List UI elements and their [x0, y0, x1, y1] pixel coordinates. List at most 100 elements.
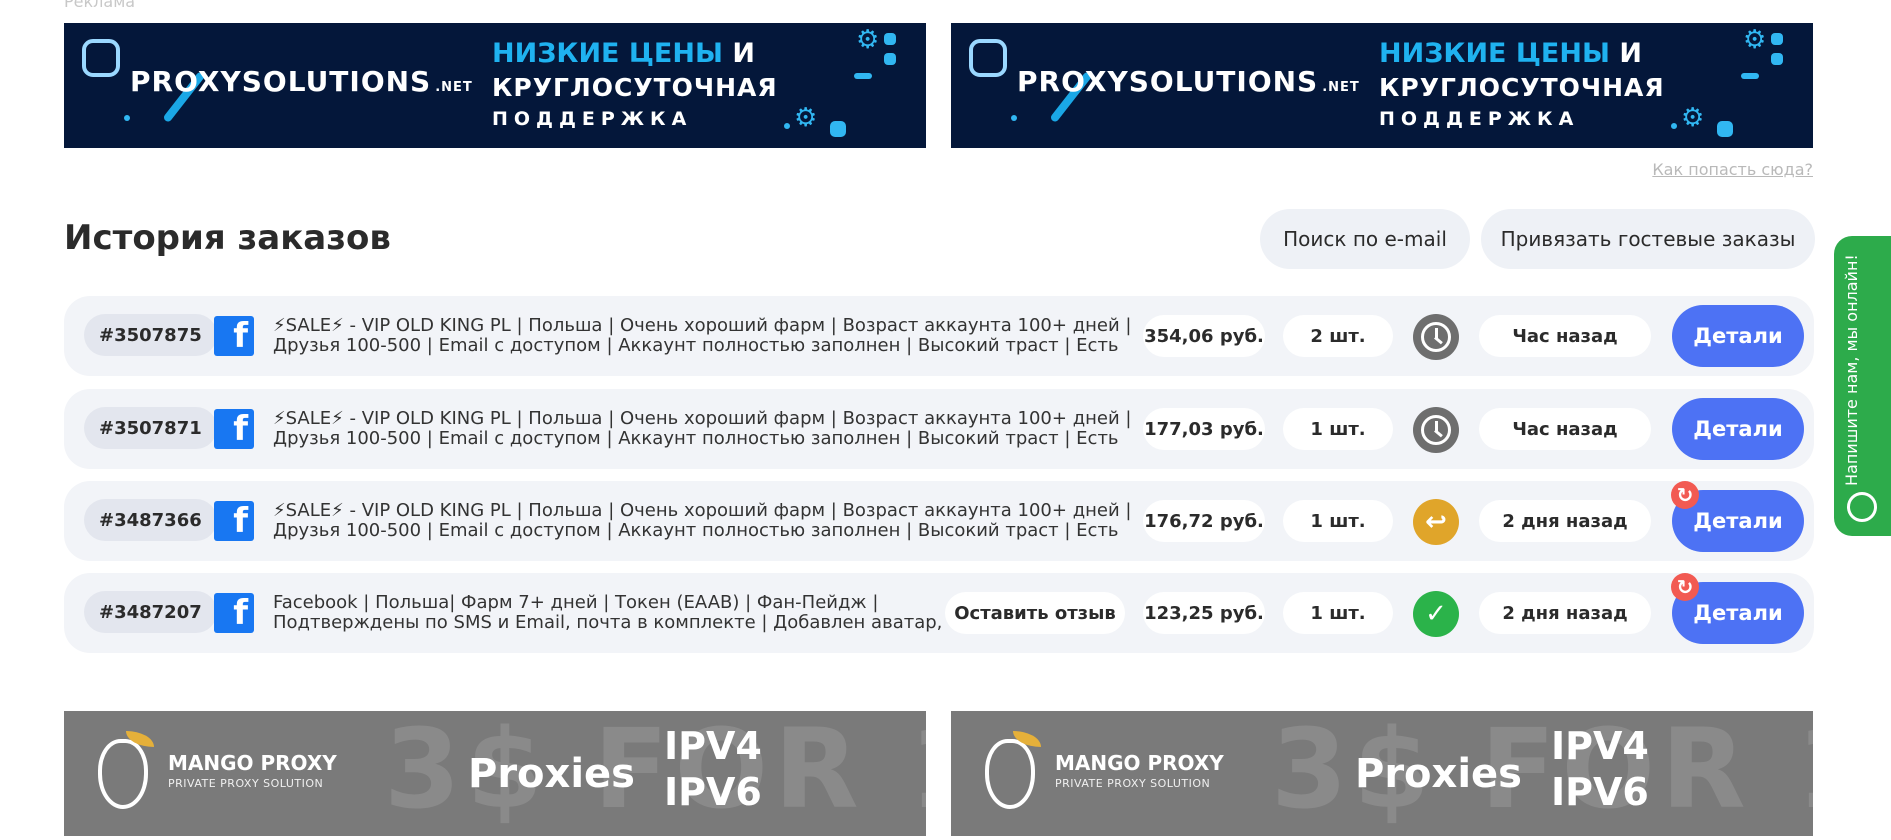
refresh-icon[interactable]: ↻	[1671, 481, 1699, 509]
order-quantity: 1 шт.	[1283, 408, 1393, 450]
order-price: 354,06 руб.	[1143, 315, 1265, 357]
refresh-icon[interactable]: ↻	[1671, 573, 1699, 601]
decor-dot	[784, 123, 790, 129]
decor-dot	[1771, 53, 1783, 65]
checkmark-icon: ✓	[1413, 591, 1459, 637]
gear-icon: ⚙	[856, 25, 880, 55]
mango-logo-icon	[98, 739, 148, 809]
order-title[interactable]: ⚡SALE⚡ - VIP OLD KING PL | Польша | Очен…	[273, 316, 1173, 356]
facebook-icon: f	[214, 593, 254, 633]
chat-bubble-icon	[1847, 492, 1877, 522]
ipv6-label: IPV6	[1551, 770, 1649, 814]
clock-icon	[1413, 314, 1459, 360]
order-title[interactable]: ⚡SALE⚡ - VIP OLD KING PL | Польша | Очен…	[273, 409, 1173, 449]
order-title[interactable]: ⚡SALE⚡ - VIP OLD KING PL | Польша | Очен…	[273, 501, 1173, 541]
order-id: #3487366	[84, 499, 217, 541]
order-quantity: 1 шт.	[1283, 500, 1393, 542]
link-guest-orders-button[interactable]: Привязать гостевые заказы	[1481, 209, 1815, 269]
headline-rest: И	[722, 38, 755, 69]
order-price: 177,03 руб.	[1143, 408, 1265, 450]
ad-banner-mango-right[interactable]: 3$ FOR 1 GB MANGO PROXY PRIVATE PROXY SO…	[951, 711, 1813, 836]
order-row[interactable]: #3487366 f ⚡SALE⚡ - VIP OLD KING PL | Поль…	[64, 481, 1814, 561]
order-row[interactable]: #3487207 f Facebook | Польша| Фарм 7+ дней…	[64, 573, 1814, 653]
chat-widget-label: Напишите нам, мы онлайн!	[1842, 254, 1861, 486]
ad-label: Реклама	[64, 0, 136, 11]
clock-face	[1421, 322, 1451, 352]
order-time: Час назад	[1479, 315, 1651, 357]
facebook-icon: f	[214, 409, 254, 449]
order-row[interactable]: #3507871 f ⚡SALE⚡ - VIP OLD KING PL | Поль…	[64, 389, 1814, 469]
decor-dot	[884, 33, 896, 45]
mango-ipv-labels: IPV4 IPV6	[664, 723, 762, 815]
mango-brand-name: MANGO PROXY	[168, 751, 337, 775]
order-time: Час назад	[1479, 408, 1651, 450]
order-row[interactable]: #3507875 f ⚡SALE⚡ - VIP OLD KING PL | Поль…	[64, 296, 1814, 376]
decor-dot	[1011, 115, 1017, 121]
ad-banner-mango-left[interactable]: 3$ FOR 1 GB MANGO PROXY PRIVATE PROXY SO…	[64, 711, 926, 836]
order-id: #3507875	[84, 314, 217, 356]
headline-line-1: НИЗКИЕ ЦЕНЫ И	[1379, 37, 1665, 71]
ipv4-label: IPV4	[664, 724, 762, 768]
decor-dot	[1771, 33, 1783, 45]
logo-ring-icon	[969, 39, 1007, 77]
logo-suffix: .NET	[435, 80, 473, 95]
headline-line-2: КРУГЛОСУТОЧНАЯ	[492, 73, 778, 102]
headline-accent: НИЗКИЕ ЦЕНЫ	[492, 38, 723, 69]
order-quantity: 1 шт.	[1283, 592, 1393, 634]
gear-icon: ⚙	[1743, 25, 1767, 55]
logo-main-text: PROXYSOLUTIONS	[130, 65, 432, 98]
decor-dot	[830, 121, 846, 137]
proxysolutions-logo: PROXYSOLUTIONS .NET	[1017, 65, 1360, 98]
headline-accent: НИЗКИЕ ЦЕНЫ	[1379, 38, 1610, 69]
details-button[interactable]: Детали	[1672, 305, 1804, 367]
headline-line-1: НИЗКИЕ ЦЕНЫ И	[492, 37, 778, 71]
mango-proxies-word: Proxies	[468, 751, 635, 797]
order-id: #3487207	[84, 591, 217, 633]
order-time: 2 дня назад	[1479, 592, 1651, 634]
ad-banner-proxysolutions-left[interactable]: PROXYSOLUTIONS .NET НИЗКИЕ ЦЕНЫ И КРУГЛОС…	[64, 23, 926, 148]
order-time: 2 дня назад	[1479, 500, 1651, 542]
return-arrow-icon: ↩	[1413, 499, 1459, 545]
mango-brand-subtitle: PRIVATE PROXY SOLUTION	[1055, 777, 1211, 790]
mango-brand-subtitle: PRIVATE PROXY SOLUTION	[168, 777, 324, 790]
mango-logo-icon	[985, 739, 1035, 809]
search-by-email-button[interactable]: Поиск по e-mail	[1260, 209, 1470, 269]
facebook-icon: f	[214, 316, 254, 356]
details-button[interactable]: Детали	[1672, 398, 1804, 460]
facebook-icon: f	[214, 501, 254, 541]
banner-headline: НИЗКИЕ ЦЕНЫ И КРУГЛОСУТОЧНАЯ ПОДДЕРЖКА	[1379, 37, 1665, 134]
banner-background-text: 3$ FOR 1 GB	[384, 711, 926, 833]
decor-dot	[1671, 123, 1677, 129]
gear-icon: ⚙	[794, 103, 818, 133]
logo-main-text: PROXYSOLUTIONS	[1017, 65, 1319, 98]
decor-dot	[854, 73, 872, 79]
logo-suffix: .NET	[1322, 80, 1360, 95]
leave-review-button[interactable]: Оставить отзыв	[945, 592, 1125, 634]
order-quantity: 2 шт.	[1283, 315, 1393, 357]
how-to-get-here-link[interactable]: Как попасть сюда?	[1652, 160, 1813, 179]
headline-line-3: ПОДДЕРЖКА	[1379, 108, 1580, 130]
clock-face	[1421, 415, 1451, 445]
decor-dot	[1717, 121, 1733, 137]
proxysolutions-logo: PROXYSOLUTIONS .NET	[130, 65, 473, 98]
mango-brand-name: MANGO PROXY	[1055, 751, 1224, 775]
chat-widget-tab[interactable]: Напишите нам, мы онлайн!	[1834, 236, 1891, 536]
gear-icon: ⚙	[1681, 103, 1705, 133]
order-title[interactable]: Facebook | Польша| Фарм 7+ дней | Токен …	[273, 593, 953, 633]
headline-rest: И	[1609, 38, 1642, 69]
order-price: 176,72 руб.	[1143, 500, 1265, 542]
decor-dot	[124, 115, 130, 121]
order-id: #3507871	[84, 407, 217, 449]
banner-headline: НИЗКИЕ ЦЕНЫ И КРУГЛОСУТОЧНАЯ ПОДДЕРЖКА	[492, 37, 778, 134]
mango-ipv-labels: IPV4 IPV6	[1551, 723, 1649, 815]
decor-dot	[1741, 73, 1759, 79]
headline-line-3: ПОДДЕРЖКА	[492, 108, 693, 130]
ipv6-label: IPV6	[664, 770, 762, 814]
clock-icon	[1413, 407, 1459, 453]
ipv4-label: IPV4	[1551, 724, 1649, 768]
ad-banner-proxysolutions-right[interactable]: PROXYSOLUTIONS .NET НИЗКИЕ ЦЕНЫ И КРУГЛОС…	[951, 23, 1813, 148]
decor-dot	[884, 53, 896, 65]
banner-background-text: 3$ FOR 1 GB	[1271, 711, 1813, 833]
page-title: История заказов	[64, 218, 391, 258]
order-price: 123,25 руб.	[1143, 592, 1265, 634]
